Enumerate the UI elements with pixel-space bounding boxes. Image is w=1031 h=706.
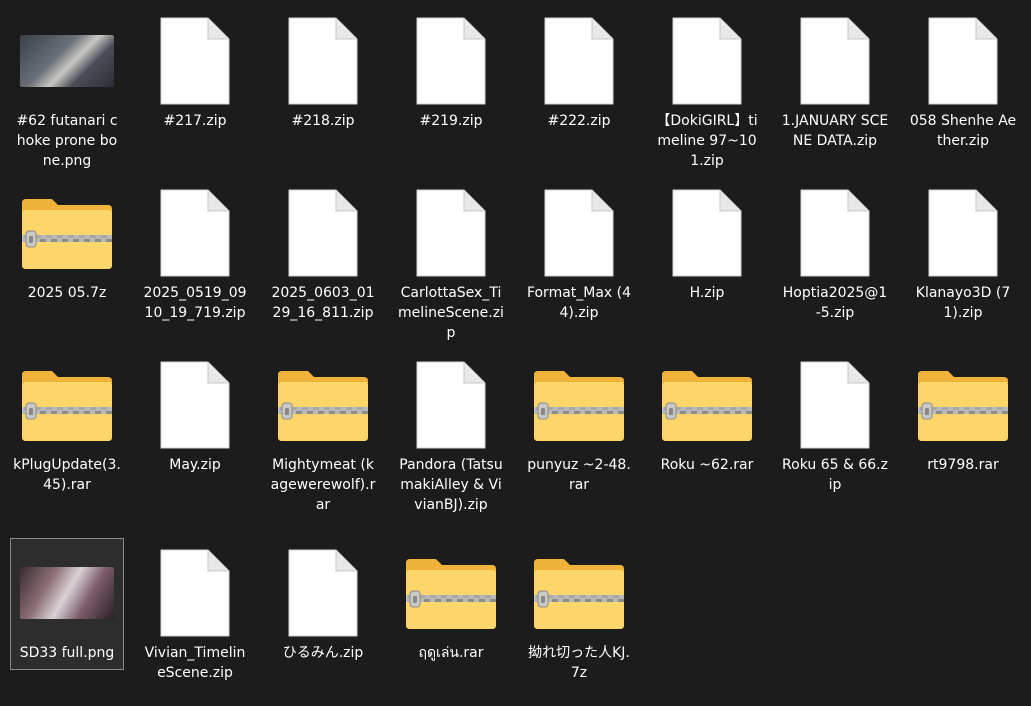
document-icon bbox=[787, 13, 883, 109]
file-item[interactable]: May.zip bbox=[138, 350, 252, 476]
file-item[interactable]: kPlugUpdate(3.45).rar bbox=[10, 350, 124, 496]
file-name: 058 Shenhe Aether.zip bbox=[909, 113, 1017, 149]
file-item[interactable]: ひるみん.zip bbox=[266, 538, 380, 664]
file-item[interactable]: #218.zip bbox=[266, 6, 380, 132]
file-name: #222.zip bbox=[547, 113, 611, 129]
compressed-folder-icon bbox=[531, 545, 627, 641]
file-name: punyuz ~2-48.rar bbox=[527, 457, 631, 493]
file-name: Format_Max (44).zip bbox=[526, 285, 632, 321]
file-grid: #62 futanari choke prone bone.png #217.zi… bbox=[0, 0, 1031, 706]
document-icon bbox=[275, 545, 371, 641]
compressed-folder-icon bbox=[659, 357, 755, 453]
compressed-folder-icon bbox=[531, 357, 627, 453]
document-icon bbox=[787, 185, 883, 281]
file-name: 2025_0519_0910_19_719.zip bbox=[143, 285, 247, 321]
image-thumbnail bbox=[19, 13, 115, 109]
file-item[interactable]: CarlottaSex_TimelineScene.zip bbox=[394, 178, 508, 344]
document-icon bbox=[659, 185, 755, 281]
document-icon bbox=[147, 13, 243, 109]
file-item[interactable]: #62 futanari choke prone bone.png bbox=[10, 6, 124, 172]
file-item[interactable]: rt9798.rar bbox=[906, 350, 1020, 476]
file-name: ひるみん.zip bbox=[282, 645, 364, 661]
file-item[interactable]: SD33 full.png bbox=[10, 538, 124, 670]
document-icon bbox=[403, 357, 499, 453]
file-item[interactable]: H.zip bbox=[650, 178, 764, 304]
file-name: 1.JANUARY SCENE DATA.zip bbox=[781, 113, 889, 149]
file-name: kPlugUpdate(3.45).rar bbox=[13, 457, 121, 493]
file-item[interactable]: 2025_0519_0910_19_719.zip bbox=[138, 178, 252, 324]
document-icon bbox=[531, 13, 627, 109]
file-item[interactable]: 【DokiGIRL】timeline 97~101.zip bbox=[650, 6, 764, 172]
file-item[interactable]: Mightymeat (kagewerewolf).rar bbox=[266, 350, 380, 516]
file-item[interactable]: #217.zip bbox=[138, 6, 252, 132]
file-item[interactable]: Format_Max (44).zip bbox=[522, 178, 636, 324]
document-icon bbox=[787, 357, 883, 453]
file-name: H.zip bbox=[689, 285, 725, 301]
document-icon bbox=[915, 13, 1011, 109]
file-item[interactable]: 2025_0603_0129_16_811.zip bbox=[266, 178, 380, 324]
file-item[interactable]: #219.zip bbox=[394, 6, 508, 132]
document-icon bbox=[275, 185, 371, 281]
document-icon bbox=[147, 545, 243, 641]
document-icon bbox=[275, 13, 371, 109]
file-name: 【DokiGIRL】timeline 97~101.zip bbox=[656, 113, 758, 169]
document-icon bbox=[659, 13, 755, 109]
file-item[interactable]: Roku 65 & 66.zip bbox=[778, 350, 892, 496]
file-item[interactable]: ฤดูเล่น.rar bbox=[394, 538, 508, 664]
file-name: CarlottaSex_TimelineScene.zip bbox=[398, 285, 504, 341]
document-icon bbox=[147, 185, 243, 281]
image-preview bbox=[20, 35, 114, 87]
file-name: #219.zip bbox=[419, 113, 483, 129]
file-name: Mightymeat (kagewerewolf).rar bbox=[270, 457, 376, 513]
compressed-folder-icon bbox=[19, 185, 115, 281]
file-name: ฤดูเล่น.rar bbox=[418, 645, 484, 661]
file-name: Pandora (TatsumakiAlley & VivianBJ).zip bbox=[399, 457, 503, 513]
file-name: Hoptia2025@1-5.zip bbox=[782, 285, 888, 321]
compressed-folder-icon bbox=[275, 357, 371, 453]
file-item[interactable]: 058 Shenhe Aether.zip bbox=[906, 6, 1020, 152]
file-item[interactable]: Pandora (TatsumakiAlley & VivianBJ).zip bbox=[394, 350, 508, 516]
document-icon bbox=[403, 13, 499, 109]
document-icon bbox=[147, 357, 243, 453]
file-name: rt9798.rar bbox=[927, 457, 999, 473]
compressed-folder-icon bbox=[403, 545, 499, 641]
file-name: Vivian_TimelineScene.zip bbox=[144, 645, 246, 681]
file-name: #217.zip bbox=[163, 113, 227, 129]
file-name: Klanayo3D (71).zip bbox=[915, 285, 1011, 321]
file-name: #218.zip bbox=[291, 113, 355, 129]
document-icon bbox=[403, 185, 499, 281]
file-item[interactable]: Klanayo3D (71).zip bbox=[906, 178, 1020, 324]
file-name: #62 futanari choke prone bone.png bbox=[16, 113, 118, 169]
file-item[interactable]: punyuz ~2-48.rar bbox=[522, 350, 636, 496]
file-name: SD33 full.png bbox=[19, 645, 115, 661]
file-name: Roku ~62.rar bbox=[660, 457, 754, 473]
compressed-folder-icon bbox=[19, 357, 115, 453]
file-item[interactable]: Hoptia2025@1-5.zip bbox=[778, 178, 892, 324]
document-icon bbox=[915, 185, 1011, 281]
file-name: 2025 05.7z bbox=[27, 285, 107, 301]
document-icon bbox=[531, 185, 627, 281]
file-item[interactable]: 拗れ切った人KJ.7z bbox=[522, 538, 636, 684]
file-item[interactable]: Vivian_TimelineScene.zip bbox=[138, 538, 252, 684]
file-item[interactable]: Roku ~62.rar bbox=[650, 350, 764, 476]
image-thumbnail bbox=[19, 545, 115, 641]
image-preview bbox=[20, 567, 114, 619]
file-item[interactable]: #222.zip bbox=[522, 6, 636, 132]
compressed-folder-icon bbox=[915, 357, 1011, 453]
file-item[interactable]: 1.JANUARY SCENE DATA.zip bbox=[778, 6, 892, 152]
file-name: Roku 65 & 66.zip bbox=[782, 457, 888, 493]
file-name: 拗れ切った人KJ.7z bbox=[528, 645, 630, 681]
file-name: May.zip bbox=[169, 457, 221, 473]
file-item[interactable]: 2025 05.7z bbox=[10, 178, 124, 304]
file-name: 2025_0603_0129_16_811.zip bbox=[271, 285, 375, 321]
